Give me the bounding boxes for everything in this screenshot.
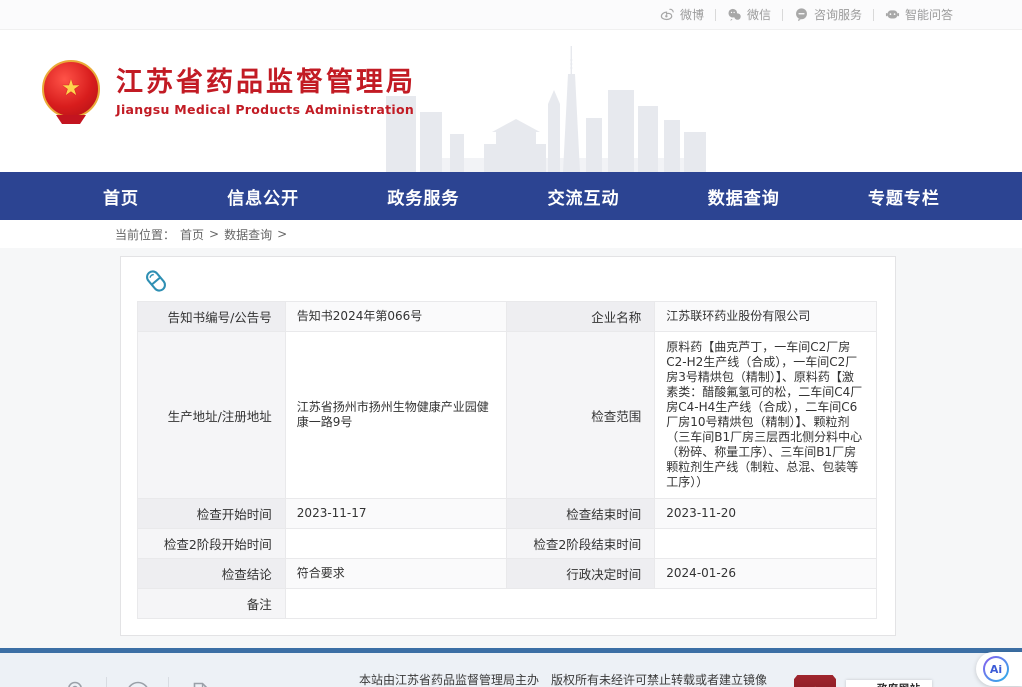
- notice-number-label: 告知书编号/公告号: [138, 302, 286, 332]
- table-row: 检查开始时间 2023-11-17 检查结束时间 2023-11-20: [138, 499, 877, 529]
- panel-header: [137, 265, 877, 301]
- national-emblem-logo: ★: [42, 60, 100, 124]
- weibo-label: 微博: [680, 6, 704, 23]
- ai-icon: Ai: [983, 656, 1009, 682]
- smart-qa-icon: [885, 7, 900, 22]
- company-name-label: 企业名称: [507, 302, 655, 332]
- breadcrumb-prefix: 当前位置：: [115, 226, 175, 243]
- remarks-label: 备注: [138, 589, 286, 619]
- nav-item-special-topics[interactable]: 专题专栏: [868, 184, 940, 209]
- detail-panel: 告知书编号/公告号 告知书2024年第066号 企业名称 江苏联环药业股份有限公…: [120, 256, 896, 636]
- site-navigation-link[interactable]: 网站导航: [44, 677, 106, 687]
- weibo-icon: [660, 7, 675, 22]
- nav-item-gov-services[interactable]: 政务服务: [387, 184, 459, 209]
- phase2-end-value: [655, 529, 877, 559]
- pill-capsule-icon: [141, 266, 171, 300]
- breadcrumb-home-link[interactable]: 首页: [180, 226, 204, 243]
- table-row: 备注: [138, 589, 877, 619]
- phase2-start-value: [285, 529, 507, 559]
- footer: Ai 网站导航 联系方式 隐私申明 本: [0, 648, 1022, 687]
- table-row: 生产地址/注册地址 江苏省扬州市扬州生物健康产业园健康一路9号 检查范围 原料药…: [138, 332, 877, 499]
- smart-qa-label: 智能问答: [905, 6, 953, 23]
- decision-date-label: 行政决定时间: [507, 559, 655, 589]
- address-value: 江苏省扬州市扬州生物健康产业园健康一路9号: [285, 332, 507, 499]
- city-skyline-graphic: [372, 44, 732, 172]
- map-pin-icon: [52, 677, 98, 687]
- privacy-doc-icon: [177, 677, 222, 687]
- inspection-end-label: 检查结束时间: [507, 499, 655, 529]
- conclusion-label: 检查结论: [138, 559, 286, 589]
- notice-number-value: 告知书2024年第066号: [285, 302, 507, 332]
- breadcrumb-data-query-link[interactable]: 数据查询: [224, 226, 272, 243]
- breadcrumb-separator: >: [209, 227, 219, 241]
- conclusion-value: 符合要求: [285, 559, 507, 589]
- phase2-start-label: 检查2阶段开始时间: [138, 529, 286, 559]
- inspection-detail-table: 告知书编号/公告号 告知书2024年第066号 企业名称 江苏联环药业股份有限公…: [137, 301, 877, 619]
- nav-item-data-query[interactable]: 数据查询: [708, 184, 780, 209]
- site-subtitle: Jiangsu Medical Products Administration: [116, 102, 416, 117]
- party-gov-shield-badge[interactable]: ✦ 党政机关: [794, 675, 836, 687]
- phone-icon: [115, 677, 160, 687]
- company-name-value: 江苏联环药业股份有限公司: [655, 302, 877, 332]
- emblem-star-icon: ★: [61, 78, 81, 100]
- brand-text: 江苏省药品监督管理局 Jiangsu Medical Products Admi…: [116, 67, 416, 117]
- wechat-icon: [727, 7, 742, 22]
- weibo-link[interactable]: 微博: [649, 6, 715, 23]
- decision-date-value: 2024-01-26: [655, 559, 877, 589]
- address-label: 生产地址/注册地址: [138, 332, 286, 499]
- ai-assistant-button[interactable]: Ai: [976, 652, 1022, 686]
- content-area: 告知书编号/公告号 告知书2024年第066号 企业名称 江苏联环药业股份有限公…: [0, 248, 1022, 648]
- breadcrumb-separator: >: [277, 227, 287, 241]
- inspection-scope-label: 检查范围: [507, 332, 655, 499]
- website-error-report-badge[interactable]: 政府网站 找错: [846, 680, 932, 687]
- nav-item-interaction[interactable]: 交流互动: [548, 184, 620, 209]
- table-row: 检查2阶段开始时间 检查2阶段结束时间: [138, 529, 877, 559]
- inspection-scope-value: 原料药【曲克芦丁，一车间C2厂房C2-H2生产线（合成），一车间C2厂房3号精烘…: [655, 332, 877, 499]
- emblem-circle: ★: [42, 60, 100, 118]
- nav-item-info-disclosure[interactable]: 信息公开: [227, 184, 299, 209]
- footer-text-block: 本站由江苏省药品监督管理局主办 版权所有未经许可禁止转载或者建立镜像 邮编：21…: [318, 669, 808, 687]
- table-row: 告知书编号/公告号 告知书2024年第066号 企业名称 江苏联环药业股份有限公…: [138, 302, 877, 332]
- site-banner: ★ 江苏省药品监督管理局 Jiangsu Medical Products Ad…: [0, 30, 1022, 172]
- consult-service-label: 咨询服务: [814, 6, 862, 23]
- inspection-start-label: 检查开始时间: [138, 499, 286, 529]
- footer-quick-links: 网站导航 联系方式 隐私申明: [44, 677, 230, 687]
- footer-badges: ✦ 党政机关 政府网站 找错: [794, 675, 932, 687]
- table-row: 检查结论 符合要求 行政决定时间 2024-01-26: [138, 559, 877, 589]
- contact-link[interactable]: 联系方式: [106, 677, 168, 687]
- privacy-statement-link[interactable]: 隐私申明: [168, 677, 230, 687]
- inspection-start-value: 2023-11-17: [285, 499, 507, 529]
- page: 微博 微信 咨询服务 智能问答: [0, 0, 1022, 687]
- site-title: 江苏省药品监督管理局: [116, 67, 416, 98]
- consult-service-link[interactable]: 咨询服务: [783, 6, 873, 23]
- phase2-end-label: 检查2阶段结束时间: [507, 529, 655, 559]
- main-nav: 首页 信息公开 政务服务 交流互动 数据查询 专题专栏: [0, 172, 1022, 220]
- emblem-ribbon: [56, 115, 86, 124]
- smart-qa-link[interactable]: 智能问答: [874, 6, 964, 23]
- wechat-link[interactable]: 微信: [716, 6, 782, 23]
- breadcrumb: 当前位置： 首页 > 数据查询 >: [0, 220, 1022, 248]
- footer-line-host: 本站由江苏省药品监督管理局主办 版权所有未经许可禁止转载或者建立镜像: [318, 669, 808, 687]
- top-utility-bar: 微博 微信 咨询服务 智能问答: [0, 0, 1022, 30]
- wechat-label: 微信: [747, 6, 771, 23]
- remarks-value: [285, 589, 876, 619]
- consult-service-icon: [794, 7, 809, 22]
- brand-block: ★ 江苏省药品监督管理局 Jiangsu Medical Products Ad…: [42, 60, 416, 124]
- nav-item-home[interactable]: 首页: [103, 184, 139, 209]
- inspection-end-value: 2023-11-20: [655, 499, 877, 529]
